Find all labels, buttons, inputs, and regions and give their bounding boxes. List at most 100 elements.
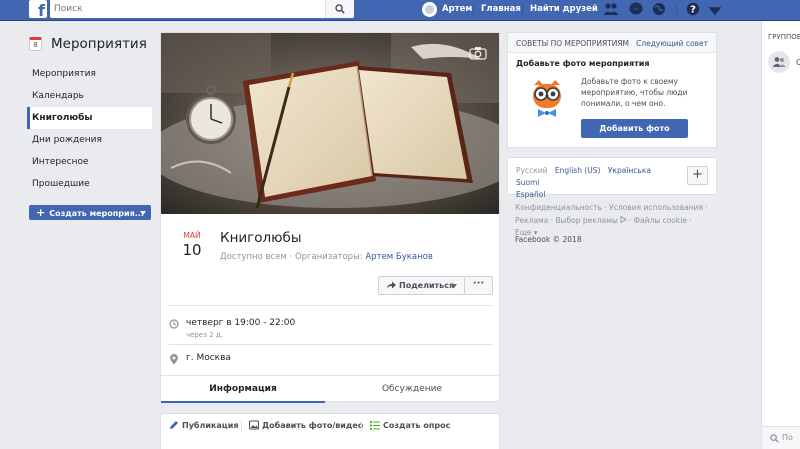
footer-link-ads[interactable]: Реклама	[515, 216, 548, 225]
pencil-icon	[170, 421, 178, 429]
event-title: Книголюбы	[220, 230, 302, 246]
post-tab[interactable]: Публикация	[169, 420, 238, 430]
sidebar-item-birthdays[interactable]: Дни рождения	[27, 129, 152, 151]
language-selector: Русский English (US) Українська Suomi Es…	[507, 157, 717, 199]
event-visibility: Доступно всем	[220, 252, 287, 262]
sidebar-item-interesting[interactable]: Интересное	[27, 151, 152, 173]
nav-divider	[676, 4, 677, 15]
next-tip-link[interactable]: Следующий совет	[636, 39, 708, 48]
composer-divider	[241, 421, 242, 432]
language-link[interactable]: Suomi	[516, 178, 540, 187]
more-options-button[interactable]: ···	[465, 276, 493, 295]
footer-link-terms[interactable]: Условия использования	[609, 203, 703, 212]
calendar-icon: 8	[29, 37, 42, 51]
add-language-button[interactable]: +	[687, 166, 708, 185]
sidebar-item-book-lovers[interactable]: Книголюбы	[27, 107, 152, 129]
home-link[interactable]: Главная	[481, 4, 521, 14]
tips-title: СОВЕТЫ ПО МЕРОПРИЯТИЯМ	[516, 39, 630, 48]
create-event-label: Создать мероприя...	[49, 209, 144, 218]
event-time-row: четверг в 19:00 - 22:00 через 2 д.	[169, 318, 489, 342]
search-input[interactable]	[54, 0, 324, 18]
camera-icon[interactable]	[469, 46, 487, 60]
event-meta: Доступно всем · Организаторы: Артем Бука…	[220, 252, 433, 262]
chat-search[interactable]: По	[762, 426, 800, 449]
post-label: Публикация	[182, 421, 239, 430]
messenger-icon[interactable]	[628, 2, 644, 16]
tab-information[interactable]: Информация	[161, 376, 325, 403]
footer-link-ad-choices[interactable]: Выбор рекламы	[555, 216, 617, 225]
event-time: четверг в 19:00 - 22:00	[186, 318, 296, 328]
svg-text:?: ?	[690, 5, 696, 16]
divider	[169, 305, 493, 306]
language-link[interactable]: Español	[516, 190, 545, 199]
organizer-link[interactable]: Артем Буканов	[365, 252, 432, 262]
chat-group-avatar[interactable]	[768, 51, 790, 73]
clock-icon	[169, 319, 179, 329]
event-cover-photo[interactable]	[161, 33, 499, 214]
tips-header: СОВЕТЫ ПО МЕРОПРИЯТИЯМ Следующий совет	[508, 33, 716, 53]
top-navigation-bar: f Артем Главная Найти друзей ?	[0, 0, 800, 21]
footer-link-privacy[interactable]: Конфиденциальность	[515, 203, 602, 212]
nav-divider	[473, 4, 474, 15]
share-button[interactable]: Поделиться	[378, 276, 465, 295]
share-arrow-icon	[387, 281, 396, 289]
find-friends-link[interactable]: Найти друзей	[530, 4, 598, 14]
event-month: МАЙ	[183, 231, 201, 240]
search-button[interactable]	[325, 0, 354, 18]
avatar	[422, 1, 437, 17]
add-photo-label: Добавить фото/видео	[262, 421, 364, 430]
post-composer: Публикация Добавить фото/видео Создать о…	[160, 413, 500, 449]
profile-link[interactable]: Артем	[422, 1, 472, 17]
sidebar-nav: Мероприятия Календарь Книголюбы Дни рожд…	[27, 63, 152, 195]
photo-icon	[248, 420, 260, 430]
sidebar-item-events[interactable]: Мероприятия	[27, 63, 152, 85]
create-poll-tab[interactable]: Создать опрос	[370, 420, 450, 430]
sidebar-item-past[interactable]: Прошедшие	[27, 173, 152, 195]
help-icon[interactable]: ?	[685, 2, 701, 16]
meta-separator: ·	[289, 252, 293, 262]
sidebar-item-calendar[interactable]: Календарь	[27, 85, 152, 107]
nav-divider	[522, 4, 523, 15]
create-event-button[interactable]: + Создать мероприя...	[29, 205, 151, 220]
chevron-down-icon[interactable]	[707, 5, 723, 19]
language-current: Русский	[516, 166, 548, 175]
tips-subtitle: Добавьте фото мероприятия	[516, 59, 650, 68]
notifications-globe-icon[interactable]	[651, 2, 667, 16]
language-list: Русский English (US) Українська Suomi Es…	[516, 165, 681, 201]
chat-search-placeholder: По	[782, 433, 793, 442]
language-link[interactable]: Українська	[608, 166, 651, 175]
caret-down-icon	[451, 284, 457, 288]
footer-link-cookies[interactable]: Файлы cookie	[634, 216, 687, 225]
event-card: МАЙ 10 Книголюбы Доступно всем · Организ…	[160, 32, 500, 403]
ad-choices-icon	[620, 215, 627, 223]
group-icon	[772, 57, 786, 67]
chat-group-name[interactable]: С	[796, 58, 800, 67]
divider	[169, 344, 493, 345]
composer-divider	[361, 421, 362, 432]
friend-requests-icon[interactable]	[603, 2, 619, 16]
add-photo-video-tab[interactable]: Добавить фото/видео	[248, 420, 364, 430]
owl-icon	[533, 80, 561, 117]
chat-sidebar: ГРУППОВ С По	[761, 21, 800, 449]
event-time-relative: через 2 д.	[186, 331, 223, 339]
facebook-logo[interactable]: f	[29, 0, 47, 18]
caret-down-icon	[140, 211, 146, 215]
create-poll-label: Создать опрос	[383, 421, 451, 430]
event-tabs: Информация Обсуждение	[161, 375, 499, 403]
event-location-row: г. Москва	[169, 353, 489, 367]
chat-groups-title: ГРУППОВ	[768, 33, 800, 41]
tips-text: Добавьте фото к своему мероприятию, чтоб…	[581, 77, 688, 108]
plus-icon: +	[36, 206, 46, 219]
footer-links: Конфиденциальность · Условия использован…	[515, 203, 708, 237]
search-icon	[335, 4, 345, 14]
poll-list-icon	[370, 421, 380, 430]
cover-image	[161, 33, 499, 214]
event-tips-card: СОВЕТЫ ПО МЕРОПРИЯТИЯМ Следующий совет Д…	[507, 32, 717, 148]
tab-discussion[interactable]: Обсуждение	[325, 376, 499, 403]
page-title: Мероприятия	[51, 36, 147, 52]
add-photo-button[interactable]: Добавить фото	[581, 119, 688, 138]
event-location[interactable]: г. Москва	[186, 353, 231, 363]
search-icon	[770, 434, 779, 443]
language-link[interactable]: English (US)	[555, 166, 601, 175]
event-date: МАЙ 10	[181, 231, 203, 259]
